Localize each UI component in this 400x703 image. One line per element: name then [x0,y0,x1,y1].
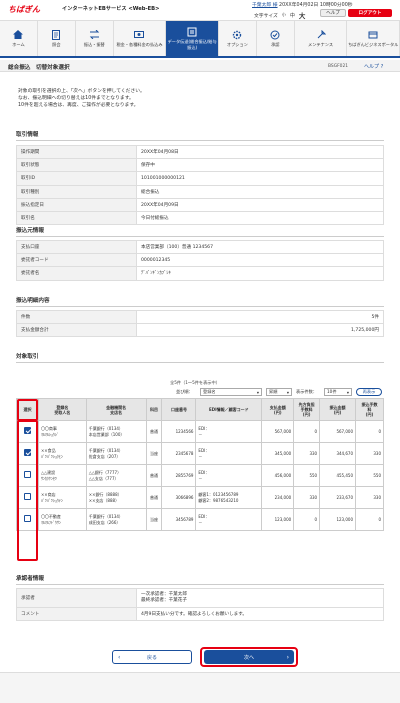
back-button[interactable]: ‹ 戻る [112,650,192,664]
table-row: 支払口座 本店営業部（100）普通 1234567 [16,239,384,255]
next-button[interactable]: 次へ › [204,650,294,664]
sort-label: 並び順： [176,389,193,394]
bank-logo: ちばぎん [8,5,40,14]
select-checkbox[interactable] [23,493,31,501]
chevron-left-icon: ‹ [118,653,121,661]
page-header: 総合振込 切替対象選択 BSGF021 ヘルプ ? [0,60,400,72]
column-header: 選択 [16,398,39,421]
nav-item-transfer[interactable]: 振込・振替 [76,21,114,56]
table-row: 取引状態 保存中 [16,158,384,173]
detail-info-table: 件数 5件 支払金額合計 1,725,000円 [16,309,384,338]
screen-id: BSGF021 [328,64,349,69]
transaction-info-table: 操作期間 20XX年04月08日 取引状態 保存中 取引ID 101001000000… [16,144,384,226]
column-header: 振込金額 (円) [319,398,357,421]
user-name-link[interactable]: 千葉太郎 様 [252,3,278,8]
section-title-source: 振込元情報 [16,226,384,237]
section-title-transaction: 取引情報 [16,130,384,141]
table-row: △△建設 ｻﾝｶｸｹﾝｾﾂ △△銀行（7777） △△支店（777） 普通 2855769… [16,464,384,487]
nav-item-option[interactable]: オプション [219,21,257,56]
approve-icon [269,30,281,40]
logout-button[interactable]: ログアウト [348,9,392,17]
section-title-detail: 振込明細内容 [16,296,384,307]
page-title: 総合振込 切替対象選択 [8,65,70,71]
font-size-label: 文字サイズ [254,13,278,19]
document-icon [50,29,62,40]
table-row: 委託者名 ﾃﾞﾊﾞﾝｷﾞﾝｶﾌﾞｼｷ [16,266,384,281]
column-header: 先方負担 手数料 (円) [293,398,321,421]
table-row: ××食品 ﾊﾞﾂﾊﾞﾂｼｮｸﾋﾝ 千葉銀行（0134） 佐倉支店（207） 当座 2345… [16,442,384,465]
select-checkbox[interactable] [23,471,31,479]
help-button[interactable]: ヘルプ [320,9,346,17]
table-row: 取引種別 総合振込 [16,184,384,199]
column-header: 科目 [145,398,163,421]
tools-icon [315,29,327,40]
portal-icon [367,30,379,40]
select-checkbox[interactable] [23,515,31,523]
column-header: 支払金額 (円) [261,398,295,421]
tax-icon [133,30,145,40]
approver-info-table: 承認者 一次承認者：千葉太郎 最終承認者：千葉花子 コメント 4月9日支払い分です。… [16,588,384,622]
page-help-link[interactable]: ヘルプ ? [364,63,383,70]
service-title: インターネットEBサービス <Web-EB> [62,6,160,12]
app-header: ちばぎん インターネットEBサービス <Web-EB> 千葉太郎 様 20XX年… [0,0,400,20]
table-row: 支払金額合計 1,725,000円 [16,323,384,338]
transfer-icon [88,30,100,40]
table-row: 取引名 今日付総振込 [16,210,384,226]
gear-icon [231,30,243,40]
table-header-row: 選択 登録名 受取人名 金融機関名 支店名 科目 口座番号 EDI情報／顧客コー… [16,398,384,421]
nav-item-inquiry[interactable]: 照会 [38,21,76,56]
chevron-down-icon: ▾ [346,389,349,395]
nav-item-data-transmission[interactable]: データ伝送(総合振込/給与振込) [166,21,219,56]
column-header: 登録名 受取人名 [37,398,87,421]
column-header: 金融機関名 支店名 [85,398,147,421]
data-icon [186,27,198,37]
nav-item-approval[interactable]: 承認 [257,21,295,56]
nav-item-tax[interactable]: 税金・各種料金の払込み [114,21,167,56]
result-count: 全5件（1～5件を表示中） [170,380,220,385]
chevron-down-icon: ▾ [286,389,289,395]
per-page-select[interactable]: 10件 ▾ [324,388,352,396]
global-nav: ホーム 照会 振込・振替 税金・各種料金の払込み データ伝送(総合振込/給与振込… [0,20,400,58]
refresh-button[interactable]: 再表示 [356,388,382,396]
column-header: 振込手数 料 (円) [355,398,384,421]
table-row: 操作期間 20XX年04月08日 [16,144,384,160]
section-title-target: 対象取引 [16,352,384,363]
select-checkbox[interactable] [23,427,31,435]
font-medium-button[interactable]: 中 [290,12,295,19]
user-info: 千葉太郎 様 20XX年04月02日 10時00分00秒 [252,1,353,8]
intro-text: 対象の取引を選択の上、「次へ」ボタンを押してください。 なお、振込明細への切り替… [18,89,145,108]
column-header: EDI情報／顧客コード [195,398,263,421]
nav-item-maintenance[interactable]: メンテナンス [295,21,348,56]
table-row: 振込指定日 20XX年04月09日 [16,197,384,212]
source-info-table: 支払口座 本店営業部（100）普通 1234567 委託者コード 000001234… [16,239,384,281]
select-checkbox[interactable] [23,449,31,457]
column-header: 口座番号 [161,398,197,421]
table-row: 〇〇不動産 ﾏﾙﾏﾙﾌﾄﾞｳｻﾝ 千葉銀行（0134） 成田支店（266） 当座 3456… [16,508,384,531]
nav-item-home[interactable]: ホーム [0,21,38,56]
table-row: 件数 5件 [16,309,384,325]
home-icon [12,30,24,40]
section-title-approver: 承認者情報 [16,574,384,585]
nav-item-portal[interactable]: ちばぎんビジネスポータル [347,21,400,56]
target-transactions-table: 選択 登録名 受取人名 金融機関名 支店名 科目 口座番号 EDI情報／顧客コー… [16,398,384,531]
table-row: 〇〇商事 ﾏﾙﾏﾙｼｮｳｼﾞ 千葉銀行（0134） 本店営業部（100） 普通 12345… [16,420,384,443]
page-footer [0,672,400,703]
table-row: コメント 4月9日支払い分です。確認よろしくお願いします。 [16,606,384,622]
font-large-button[interactable]: 大 [299,10,306,20]
table-row: ××商店 ﾊﾞﾂﾊﾞﾂｼｮｳﾃﾝ ××銀行（8888） ××支店（888） 普通 3066… [16,486,384,509]
table-row: 委託者コード 0000012345 [16,253,384,268]
sort-select[interactable]: 登録名 ▾ [200,388,262,396]
font-size-switcher: 文字サイズ 小 中 大 [254,10,305,20]
per-page-label: 表示件数： [296,389,317,394]
chevron-right-icon: › [286,653,289,661]
login-time: 20XX年04月02日 10時00分00秒 [279,3,353,8]
font-small-button[interactable]: 小 [282,12,286,18]
chevron-down-icon: ▾ [256,389,259,395]
table-row: 承認者 一次承認者：千葉太郎 最終承認者：千葉花子 [16,588,384,608]
order-select[interactable]: 昇順 ▾ [266,388,292,396]
table-row: 取引ID 101001000000121 [16,171,384,186]
